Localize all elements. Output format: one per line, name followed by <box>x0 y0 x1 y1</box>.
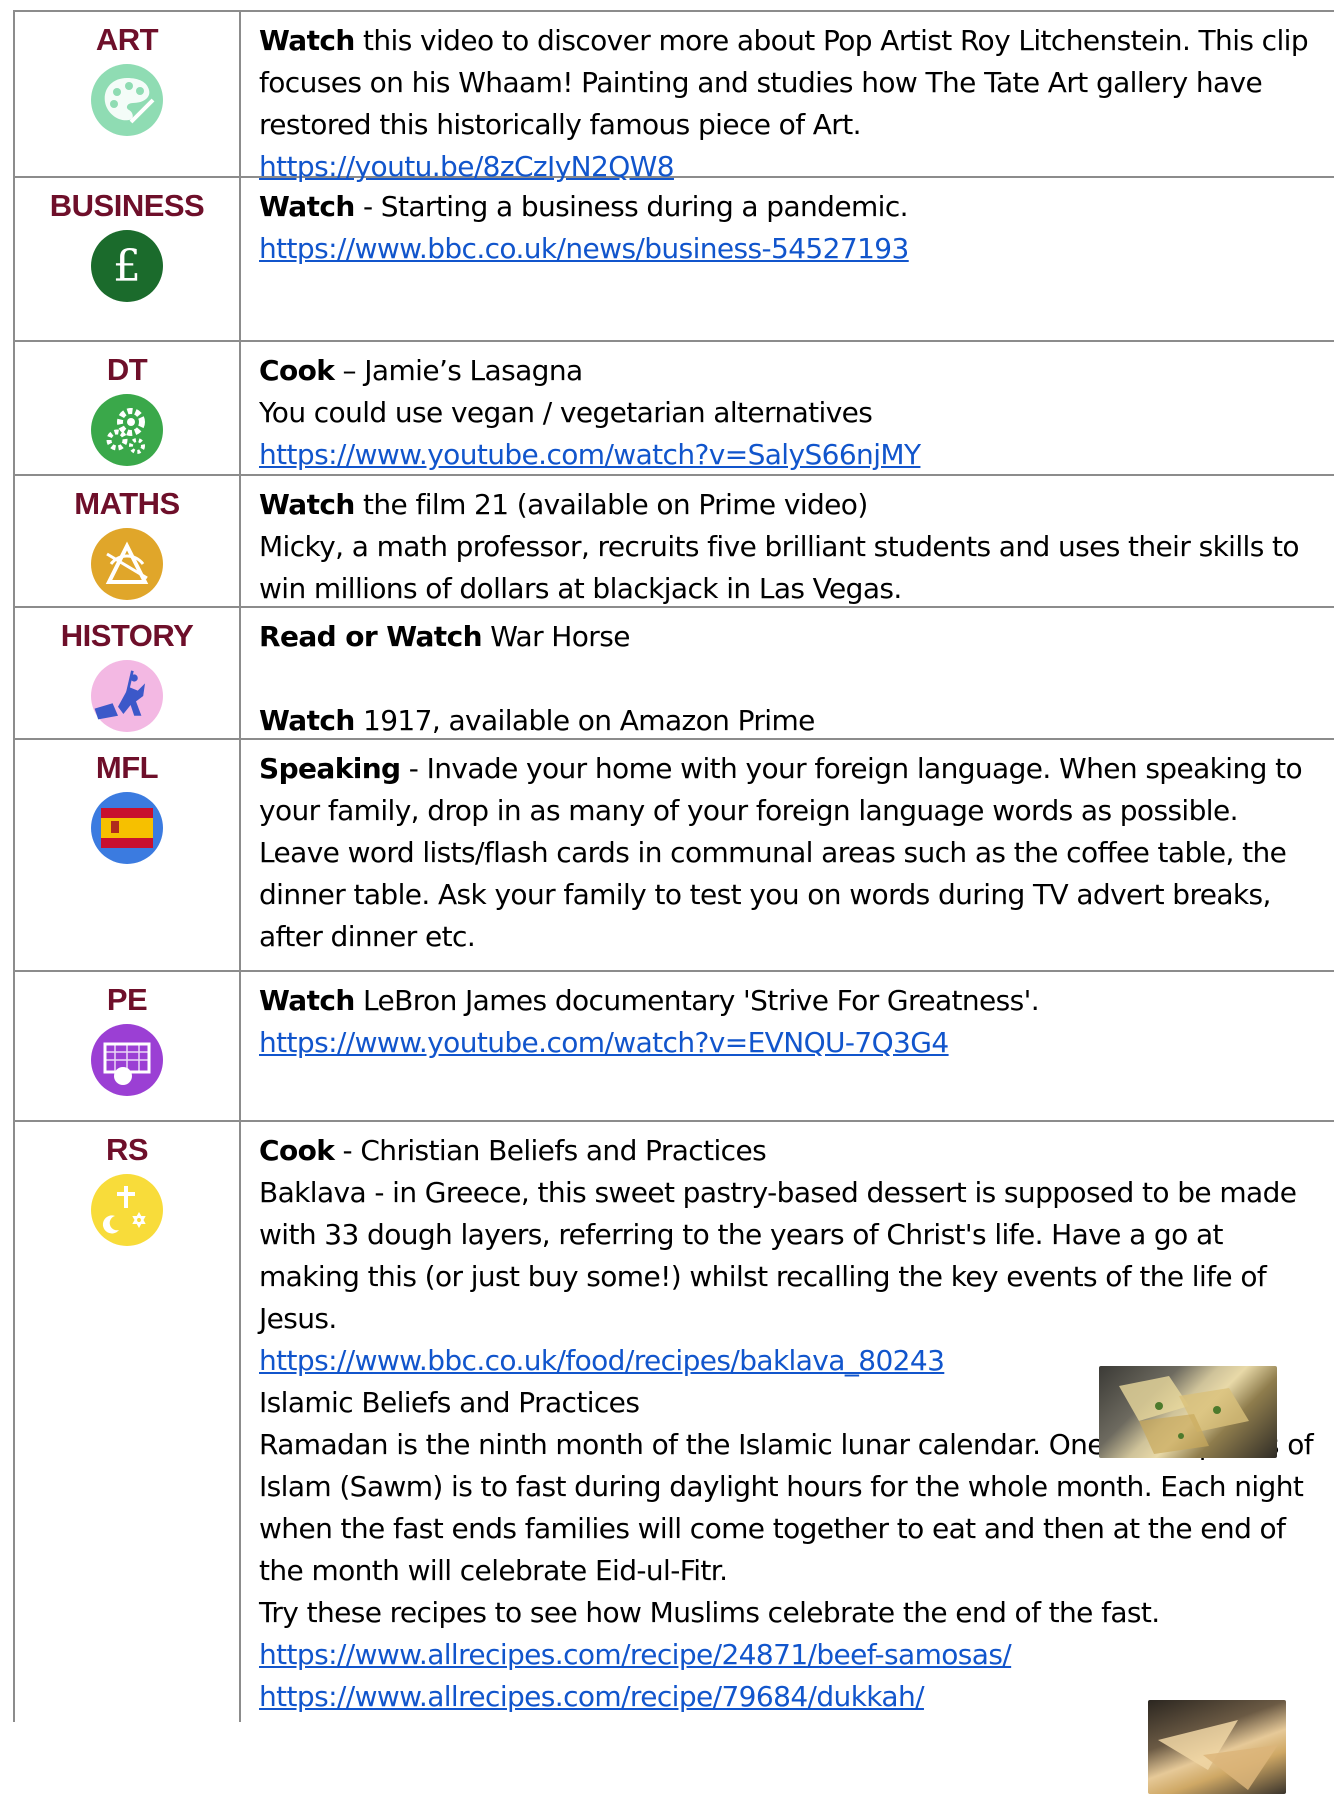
activity-verb: Watch <box>259 488 355 521</box>
subject-row: DT Cook – Jamie’s Lasagna You could use ve… <box>15 340 1334 474</box>
description-line: Try these recipes to see how Muslims cel… <box>259 1592 1319 1634</box>
activity-text: Islamic Beliefs and Practices <box>259 1386 640 1419</box>
activity-verb: Speaking <box>259 752 401 785</box>
activity-text: You could use vegan / vegetarian alterna… <box>259 396 873 429</box>
activity-verb: Watch <box>259 24 355 57</box>
subject-row: MFL Speaking - Invade your home with your… <box>15 738 1334 970</box>
description-line: Watch 1917, available on Amazon Prime <box>259 700 1319 742</box>
svg-text:£: £ <box>113 241 141 292</box>
activity-description: Watch - Starting a business during a pan… <box>241 178 1334 340</box>
subject-cell: BUSINESS £ <box>15 178 241 340</box>
description-line: https://www.youtube.com/watch?v=SalyS66n… <box>259 434 1319 476</box>
subject-name: ART <box>95 22 159 57</box>
activity-text: Micky, a math professor, recruits five b… <box>259 530 1300 605</box>
subject-row: HISTORY Read or Watch War Horse Watch 1917… <box>15 606 1334 738</box>
activity-text: 1917, available on Amazon Prime <box>354 704 815 737</box>
spanish-flag-icon <box>91 792 163 864</box>
activity-description: Watch LeBron James documentary 'Strive F… <box>241 972 1334 1120</box>
subject-name: MFL <box>95 750 159 785</box>
resource-link[interactable]: https://www.youtube.com/watch?v=EVNQU-7Q… <box>259 1026 949 1059</box>
description-line: Watch LeBron James documentary 'Strive F… <box>259 980 1319 1022</box>
subject-cell: RS <box>15 1122 241 1722</box>
activity-verb: Cook <box>259 1134 335 1167</box>
subject-name: HISTORY <box>60 618 194 653</box>
description-line: Micky, a math professor, recruits five b… <box>259 526 1319 610</box>
subject-cell: MATHS <box>15 476 241 606</box>
description-line: Cook - Christian Beliefs and Practices <box>259 1130 1319 1172</box>
description-line: https://www.bbc.co.uk/news/business-5452… <box>259 228 1319 270</box>
gears-icon <box>91 394 163 466</box>
subject-name: MATHS <box>74 486 180 521</box>
activity-text: Try these recipes to see how Muslims cel… <box>259 1596 1160 1629</box>
activity-description: Cook – Jamie’s Lasagna You could use vega… <box>241 342 1334 474</box>
description-line: Cook – Jamie’s Lasagna <box>259 350 1319 392</box>
subject-name: BUSINESS <box>49 188 205 223</box>
activity-verb: Read or Watch <box>259 620 483 653</box>
description-line: Baklava - in Greece, this sweet pastry-b… <box>259 1172 1319 1340</box>
geometry-icon <box>91 528 163 600</box>
subject-name: DT <box>106 352 148 387</box>
activity-text: LeBron James documentary 'Strive For Gre… <box>354 984 1040 1017</box>
activities-table: ART Watch this video to discover more abo… <box>13 10 1334 1722</box>
samosa-pieces-icon <box>1158 1720 1278 1790</box>
activity-verb: Watch <box>259 704 355 737</box>
activity-text: Baklava - in Greece, this sweet pastry-b… <box>259 1176 1297 1335</box>
subject-cell: MFL <box>15 740 241 970</box>
samosa-photo <box>1148 1700 1286 1794</box>
subject-name: PE <box>106 982 148 1017</box>
description-line: Read or Watch War Horse <box>259 616 1319 658</box>
activity-description: Watch this video to discover more about … <box>241 12 1334 183</box>
description-line: Speaking - Invade your home with your fo… <box>259 748 1319 958</box>
activity-text: - Christian Beliefs and Practices <box>334 1134 767 1167</box>
subject-row: BUSINESS £ Watch - Starting a business dur… <box>15 176 1334 340</box>
subject-cell: DT <box>15 342 241 474</box>
activity-text: - Starting a business during a pandemic. <box>354 190 909 223</box>
activity-verb: Cook <box>259 354 335 387</box>
resource-link[interactable]: https://www.allrecipes.com/recipe/79684/… <box>259 1680 925 1713</box>
description-line: Watch - Starting a business during a pan… <box>259 186 1319 228</box>
activity-text: this video to discover more about Pop Ar… <box>259 24 1309 141</box>
baklava-photo <box>1099 1366 1277 1458</box>
subject-cell: ART <box>15 12 241 176</box>
religious-symbols-icon <box>91 1174 163 1246</box>
activity-verb: Watch <box>259 190 355 223</box>
baklava-pieces-icon <box>1119 1376 1249 1454</box>
pound-sign-icon: £ <box>91 230 163 302</box>
activity-description: Speaking - Invade your home with your fo… <box>241 740 1334 970</box>
description-line: https://www.youtube.com/watch?v=EVNQU-7Q… <box>259 1022 1319 1064</box>
resource-link[interactable]: https://www.bbc.co.uk/food/recipes/bakla… <box>259 1344 945 1377</box>
activity-description: Read or Watch War Horse Watch 1917, avail… <box>241 608 1334 738</box>
activity-text: War Horse <box>481 620 630 653</box>
description-line: https://www.allrecipes.com/recipe/24871/… <box>259 1634 1319 1676</box>
knight-horse-icon <box>91 660 163 732</box>
resource-link[interactable]: https://www.youtube.com/watch?v=SalyS66n… <box>259 438 921 471</box>
football-goal-icon <box>91 1024 163 1096</box>
activity-text: – Jamie’s Lasagna <box>334 354 584 387</box>
subject-row: PE Watch LeBron James documentary 'Strive… <box>15 970 1334 1120</box>
resource-link[interactable]: https://www.allrecipes.com/recipe/24871/… <box>259 1638 1012 1671</box>
subject-name: RS <box>105 1132 149 1167</box>
palette-icon <box>91 64 163 136</box>
subject-cell: HISTORY <box>15 608 241 738</box>
description-line: Watch this video to discover more about … <box>259 20 1319 146</box>
subject-cell: PE <box>15 972 241 1120</box>
subject-row: MATHS Watch the film 21 (available on Pri… <box>15 474 1334 606</box>
activity-text: the film 21 (available on Prime video) <box>354 488 868 521</box>
description-line: You could use vegan / vegetarian alterna… <box>259 392 1319 434</box>
description-line: Watch the film 21 (available on Prime vi… <box>259 484 1319 526</box>
activity-description: Watch the film 21 (available on Prime vi… <box>241 476 1334 606</box>
resource-link[interactable]: https://www.bbc.co.uk/news/business-5452… <box>259 232 909 265</box>
activity-text: - Invade your home with your foreign lan… <box>259 752 1303 953</box>
activity-verb: Watch <box>259 984 355 1017</box>
subject-row: ART Watch this video to discover more abo… <box>15 10 1334 183</box>
